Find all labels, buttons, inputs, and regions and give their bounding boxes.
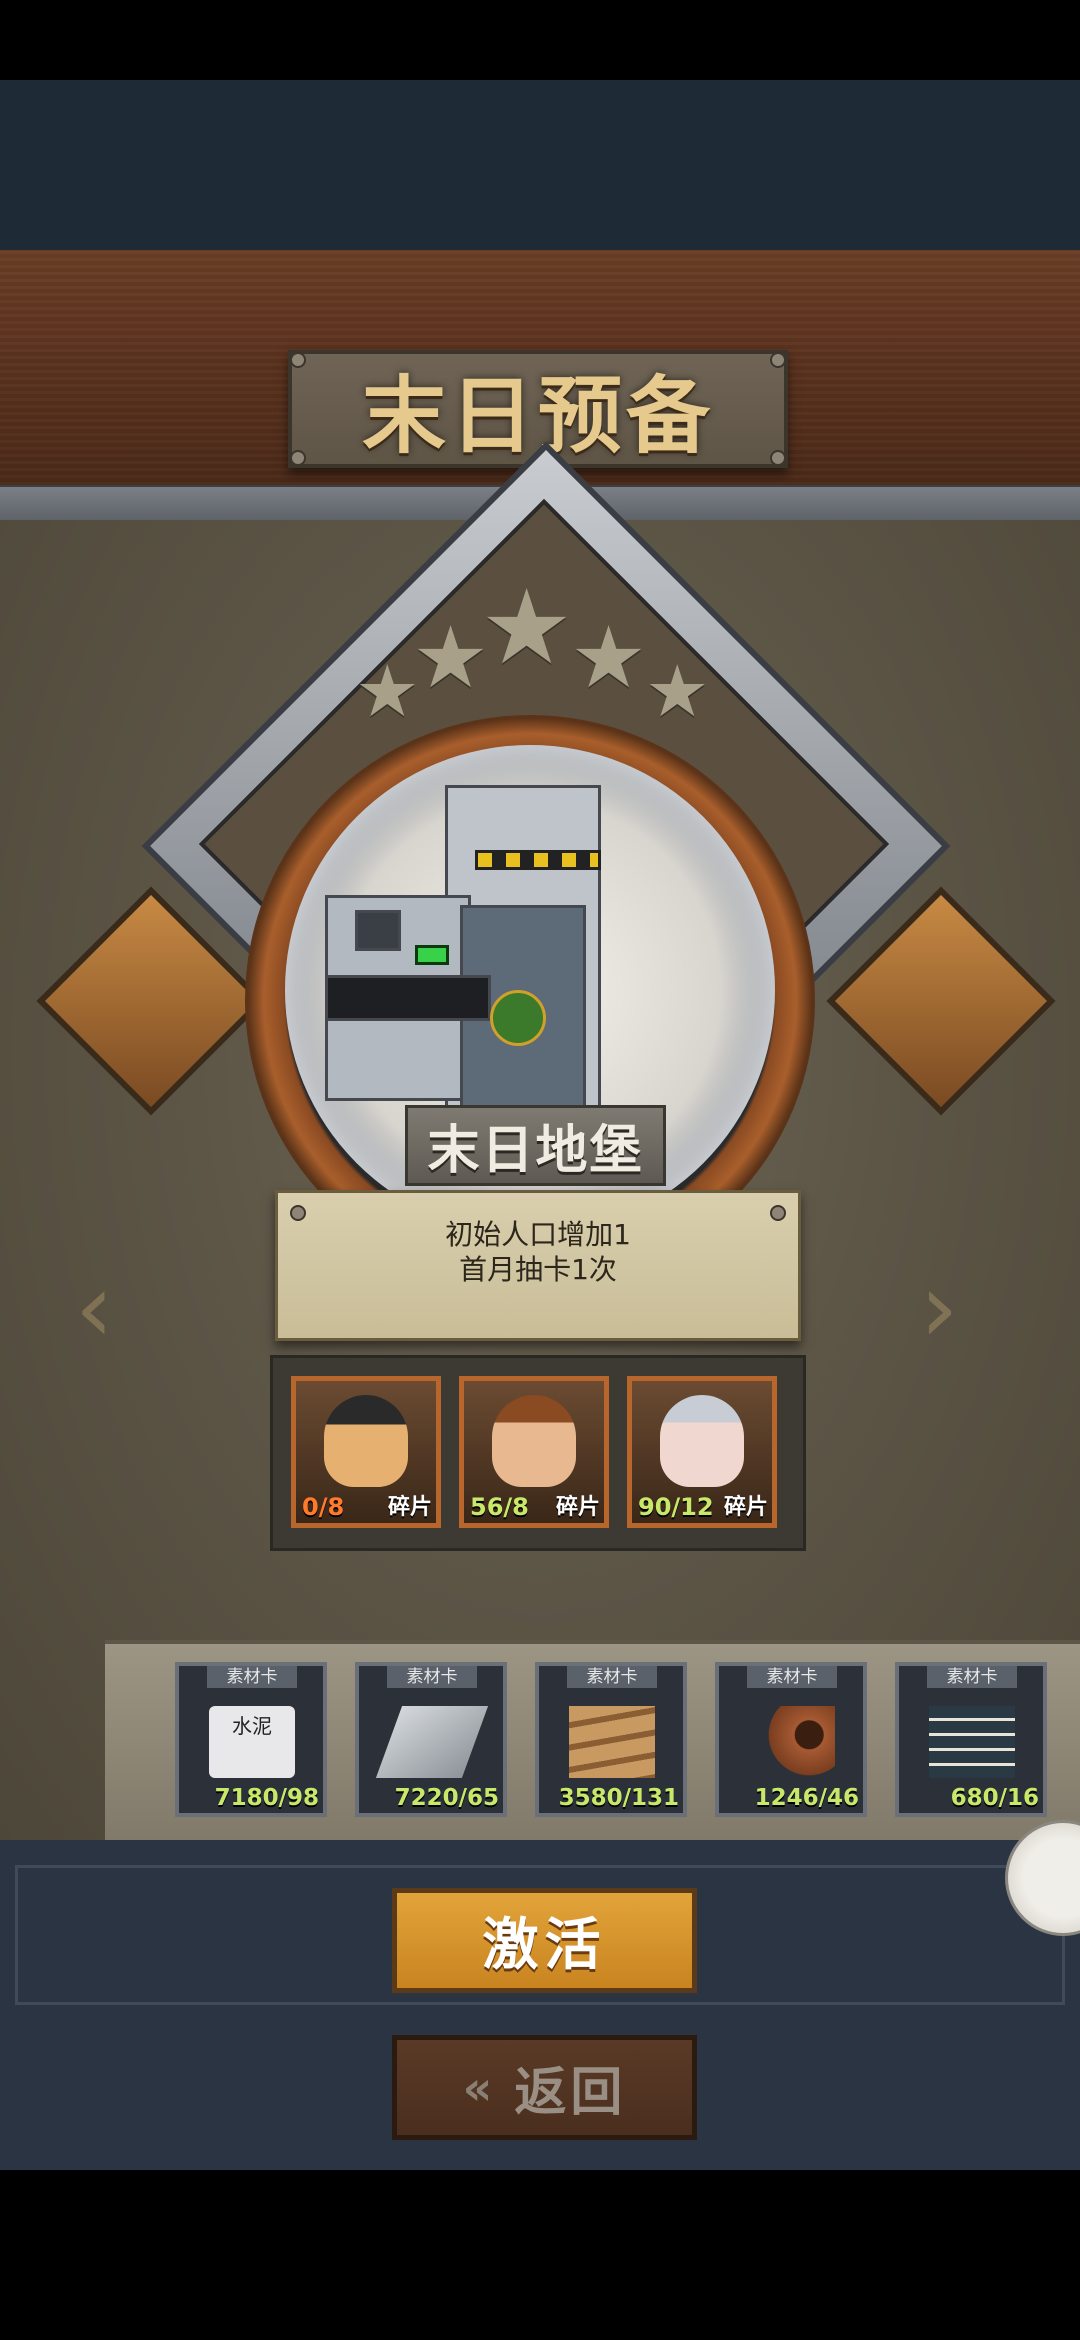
star-icon: ★ (645, 649, 710, 733)
steel-plate-icon (375, 1706, 489, 1778)
material-count: 680/16 (950, 1785, 1039, 1811)
material-card[interactable]: 素材卡 水泥 7180/98 (175, 1662, 327, 1817)
description-line: 初始人口增加1 (445, 1218, 631, 1251)
description-scroll: 初始人口增加1 首月抽卡1次 (275, 1190, 801, 1341)
status-bar-area (0, 0, 1080, 80)
rivet-icon (770, 352, 786, 368)
hero-shard-panel: 0/8 碎片 56/8 碎片 90/12 碎片 (270, 1355, 806, 1551)
return-button-label: 返回 (514, 2063, 627, 2123)
bottom-bar-area (0, 2170, 1080, 2340)
material-count: 3580/131 (558, 1785, 679, 1811)
material-board: 素材卡 水泥 7180/98 素材卡 7220/65 素材卡 3580/131 … (105, 1640, 1080, 1854)
next-arrow-icon[interactable]: › (920, 1260, 958, 1356)
hero-card[interactable]: 90/12 碎片 (627, 1376, 777, 1528)
material-card-header: 素材卡 (207, 1666, 297, 1688)
material-count: 7180/98 (214, 1785, 319, 1811)
material-card-header: 素材卡 (927, 1666, 1017, 1688)
back-arrow-icon: « (462, 2060, 497, 2115)
material-card[interactable]: 素材卡 1246/46 (715, 1662, 867, 1817)
star-icon: ★ (480, 566, 574, 688)
hero-shard-count: 0/8 (302, 1493, 345, 1521)
material-card[interactable]: 素材卡 680/16 (895, 1662, 1047, 1817)
cement-bag-icon: 水泥 (209, 1706, 295, 1778)
material-card-header: 素材卡 (747, 1666, 837, 1688)
pipe-icon (749, 1706, 835, 1778)
hero-shard-count: 90/12 (638, 1493, 714, 1521)
star-icon: ★ (570, 608, 648, 708)
hero-shard-count: 56/8 (470, 1493, 529, 1521)
prev-arrow-icon[interactable]: ‹ (75, 1260, 113, 1356)
building-name: 末日地堡 (427, 1121, 644, 1181)
material-card[interactable]: 素材卡 3580/131 (535, 1662, 687, 1817)
material-card[interactable]: 素材卡 7220/65 (355, 1662, 507, 1817)
wood-plank-icon (569, 1706, 655, 1778)
door-wheel-icon (490, 990, 546, 1046)
star-icon: ★ (412, 608, 490, 708)
hero-shard-tag: 碎片 (555, 1495, 600, 1520)
book-stack-icon (929, 1706, 1015, 1778)
top-background (0, 80, 1080, 250)
cement-bag-label: 水泥 (232, 1714, 272, 1738)
rivet-icon (770, 450, 786, 466)
bunker-slot (325, 975, 491, 1021)
material-card-header: 素材卡 (567, 1666, 657, 1688)
hero-shard-tag: 碎片 (387, 1495, 432, 1520)
material-count: 7220/65 (394, 1785, 499, 1811)
material-count: 1246/46 (754, 1785, 859, 1811)
hero-card[interactable]: 0/8 碎片 (291, 1376, 441, 1528)
building-name-banner: 末日地堡 (405, 1105, 666, 1186)
hero-card[interactable]: 56/8 碎片 (459, 1376, 609, 1528)
status-light-icon (415, 945, 449, 965)
hero-shard-tag: 碎片 (723, 1495, 768, 1520)
rivet-icon (290, 450, 306, 466)
description-line: 首月抽卡1次 (459, 1253, 617, 1286)
return-button[interactable]: « 返回 (392, 2035, 697, 2140)
hero-portrait (492, 1395, 576, 1487)
rivet-icon (290, 352, 306, 368)
activate-button[interactable]: 激活 (392, 1888, 697, 1993)
activate-button-label: 激活 (482, 1913, 607, 1978)
vent-icon (355, 910, 401, 951)
star-icon: ★ (355, 649, 420, 733)
hero-portrait (660, 1395, 744, 1487)
material-card-header: 素材卡 (387, 1666, 477, 1688)
hero-portrait (324, 1395, 408, 1487)
hazard-stripe (475, 850, 601, 870)
